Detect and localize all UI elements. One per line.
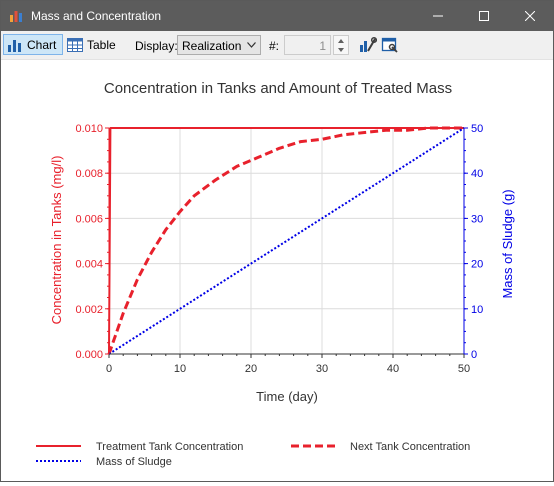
title-bar[interactable]: Mass and Concentration (1, 1, 553, 31)
x-tick-label: 10 (174, 363, 186, 375)
realization-number-value: 1 (319, 39, 326, 53)
minimize-icon (433, 15, 443, 17)
legend-label-next-tank: Next Tank Concentration (350, 441, 470, 453)
x-axis-label: Time (day) (256, 389, 318, 404)
x-tick-label: 20 (245, 363, 257, 375)
chart-view-button[interactable]: Chart (3, 34, 63, 55)
display-label: Display: (135, 39, 178, 53)
x-tick-label: 0 (106, 363, 112, 375)
legend: Treatment Tank Concentration Next Tank C… (36, 441, 470, 468)
left-y-tick-label: 0.000 (75, 349, 103, 361)
right-y-tick-label: 30 (471, 213, 483, 225)
left-y-tick-label: 0.002 (75, 304, 103, 316)
toolbar: Chart Table Display: Realization #: 1 (1, 31, 553, 60)
right-y-tick-label: 50 (471, 123, 483, 135)
maximize-button[interactable] (461, 1, 507, 31)
spin-up-icon[interactable] (337, 37, 345, 45)
chart-app-icon (10, 11, 22, 22)
chart-svg: 0 10 20 30 40 50 0.000 0.002 0.004 0.006 0.008 0.01… (36, 80, 515, 468)
right-y-tick-label: 0 (471, 349, 477, 361)
chart-view-label: Chart (27, 37, 57, 52)
right-y-tick-label: 20 (471, 259, 483, 271)
left-y-tick-label: 0.004 (75, 259, 103, 271)
x-tick-label: 30 (316, 363, 328, 375)
realization-number-label: #: (269, 39, 280, 53)
left-y-tick-label: 0.008 (75, 168, 103, 180)
x-tick-label: 50 (458, 363, 470, 375)
left-y-axis-label: Concentration in Tanks (mg/l) (49, 156, 64, 325)
x-tick-label: 40 (387, 363, 399, 375)
realization-spinner[interactable] (333, 35, 349, 55)
table-icon (67, 37, 83, 52)
chevron-down-icon (247, 42, 256, 48)
table-view-button[interactable]: Table (67, 34, 119, 55)
close-icon (525, 11, 535, 21)
display-select-value: Realization (182, 39, 242, 53)
left-y-tick-label: 0.006 (75, 213, 103, 225)
left-y-tick-label: 0.010 (75, 123, 103, 135)
window-title: Mass and Concentration (31, 9, 162, 23)
realization-number-input[interactable]: 1 (284, 35, 331, 55)
minimize-button[interactable] (415, 1, 461, 31)
right-y-tick-label: 40 (471, 168, 483, 180)
bar-chart-icon (8, 39, 21, 52)
chart-title: Concentration in Tanks and Amount of Tre… (104, 80, 452, 97)
legend-label-sludge: Mass of Sludge (96, 456, 172, 468)
right-y-axis-label: Mass of Sludge (g) (500, 189, 515, 298)
app-window: Mass and Concentration Chart Table Displ… (0, 0, 554, 482)
close-button[interactable] (507, 1, 553, 31)
table-view-label: Table (87, 37, 116, 52)
legend-label-treatment: Treatment Tank Concentration (96, 441, 243, 453)
window-settings-icon[interactable] (381, 36, 399, 54)
right-y-tick-label: 10 (471, 304, 483, 316)
chart-properties-icon[interactable] (359, 36, 377, 54)
maximize-icon (479, 11, 489, 21)
chart-area: 0 10 20 30 40 50 0.000 0.002 0.004 0.006 0.008 0.01… (1, 60, 553, 481)
display-select[interactable]: Realization (177, 35, 261, 55)
spin-down-icon[interactable] (337, 46, 345, 54)
